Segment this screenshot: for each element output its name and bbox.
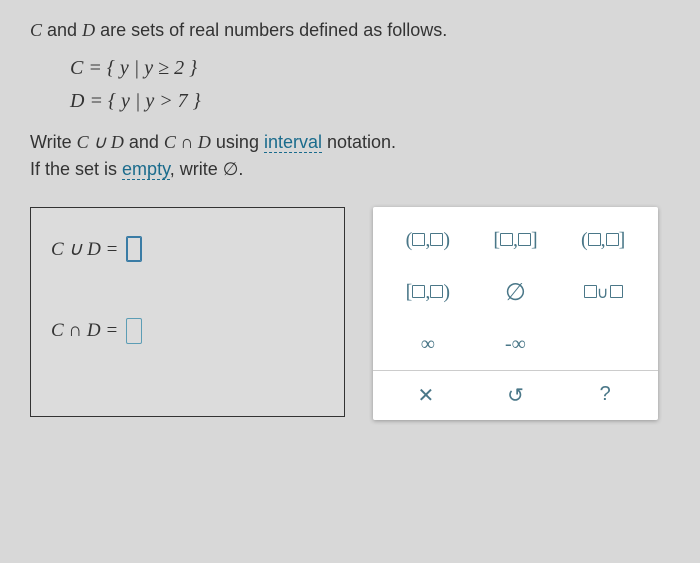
interval-closed-closed-button[interactable]: [,] xyxy=(485,229,545,252)
expr-union: C ∪ D xyxy=(77,132,124,152)
instr-t6: , write ∅. xyxy=(170,159,244,179)
help-button[interactable]: ? xyxy=(585,383,625,408)
question-intro: C and D are sets of real numbers defined… xyxy=(30,18,670,43)
intersect-answer-row: C ∩ D = xyxy=(51,318,324,344)
var-c: C xyxy=(30,20,42,40)
neg-infinity-button[interactable]: -∞ xyxy=(485,333,545,356)
instr-t3: using xyxy=(211,132,264,152)
interval-closed-open-button[interactable]: [,) xyxy=(398,281,458,304)
set-d-definition: D = { y | y > 7 } xyxy=(70,90,670,113)
union-input-slot[interactable] xyxy=(126,236,142,262)
instr-t1: Write xyxy=(30,132,77,152)
expr-intersect: C ∩ D xyxy=(164,132,211,152)
intersect-label: C ∩ D = xyxy=(51,320,118,342)
instr-t5: If the set is xyxy=(30,159,122,179)
union-label: C ∪ D = xyxy=(51,238,118,261)
answer-box: C ∪ D = C ∩ D = xyxy=(30,207,345,417)
infinity-button[interactable]: ∞ xyxy=(398,333,458,356)
set-c-definition: C = { y | y ≥ 2 } xyxy=(70,57,670,80)
interval-open-open-button[interactable]: (,) xyxy=(398,229,458,252)
instr-t4: notation. xyxy=(322,132,396,152)
palette-footer: ✕ ↺ ? xyxy=(373,370,658,420)
var-d: D xyxy=(82,20,95,40)
symbol-palette: (,) [,] (,] [,) ∅ ∪ ∞ -∞ ✕ ↺ ? xyxy=(373,207,658,420)
instr-t2: and xyxy=(124,132,164,152)
union-answer-row: C ∪ D = xyxy=(51,236,324,262)
clear-button[interactable]: ✕ xyxy=(406,383,446,408)
join-and: and xyxy=(42,20,82,40)
link-interval[interactable]: interval xyxy=(264,132,322,153)
reset-button[interactable]: ↺ xyxy=(495,383,535,408)
empty-set-button[interactable]: ∅ xyxy=(485,278,545,307)
intersect-input-slot[interactable] xyxy=(126,318,142,344)
instructions: Write C ∪ D and C ∩ D using interval not… xyxy=(30,129,670,183)
interval-open-closed-button[interactable]: (,] xyxy=(573,229,633,252)
link-empty[interactable]: empty xyxy=(122,159,170,180)
union-piece-button[interactable]: ∪ xyxy=(573,283,633,303)
set-definitions: C = { y | y ≥ 2 } D = { y | y > 7 } xyxy=(70,57,670,113)
intro-post: are sets of real numbers defined as foll… xyxy=(95,20,447,40)
